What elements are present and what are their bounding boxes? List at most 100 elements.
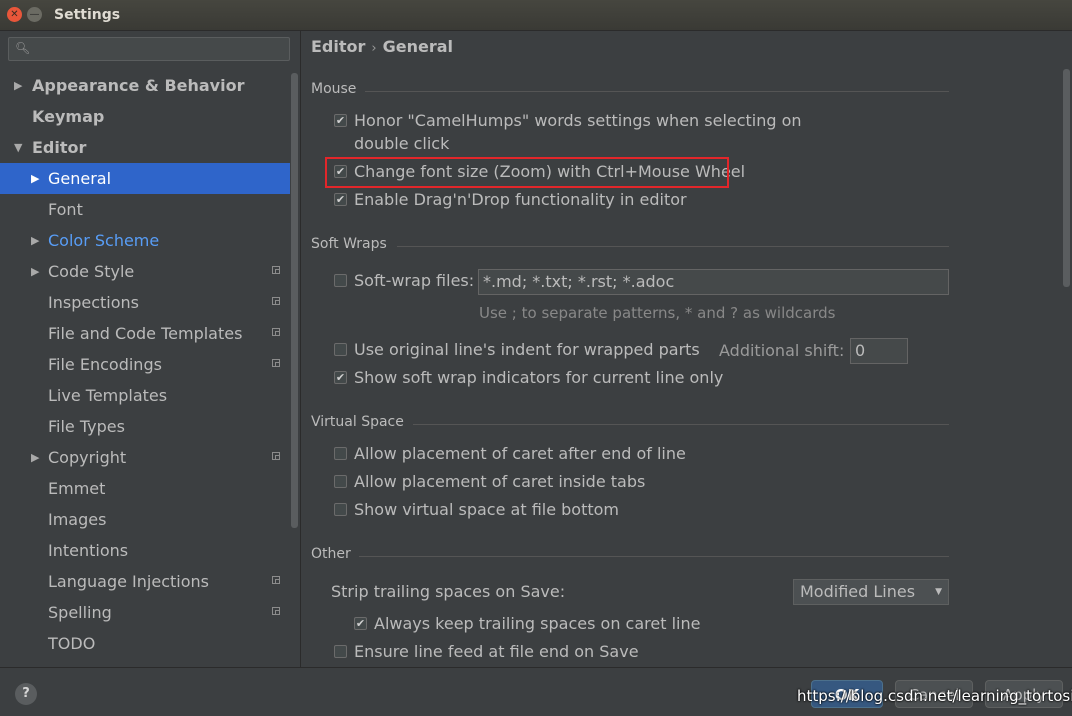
tree-item-label: Copyright — [48, 448, 127, 467]
tree-item-label: File Types — [48, 417, 125, 436]
tree-item-label: Color Scheme — [48, 231, 160, 250]
soft-wrap-files-label: Soft-wrap files: — [354, 271, 475, 290]
tree-item-label: Live Templates — [48, 386, 168, 405]
caret-after-eol-label: Allow placement of caret after end of li… — [354, 444, 686, 463]
chevron-right-icon[interactable]: ▶ — [31, 256, 39, 287]
strip-spaces-value: Modified Lines — [800, 582, 916, 601]
settings-tree: ▶ Appearance & Behavior Keymap ▼ Editor … — [0, 70, 290, 659]
tree-item-label: Font — [48, 200, 83, 219]
tree-item-code-style[interactable]: ▶ Code Style — [0, 256, 290, 287]
caret-inside-tabs-checkbox[interactable] — [334, 475, 347, 488]
tree-item-file-types[interactable]: File Types — [0, 411, 290, 442]
line-feed-checkbox[interactable] — [334, 645, 347, 658]
section-title-soft-wraps: Soft Wraps — [311, 236, 387, 252]
project-settings-icon — [272, 607, 280, 615]
project-settings-icon — [272, 359, 280, 367]
chevron-down-icon: ▼ — [935, 587, 942, 597]
tree-item-emmet[interactable]: Emmet — [0, 473, 290, 504]
check-icon: ✔ — [335, 114, 346, 127]
section-divider — [397, 246, 949, 247]
search-input[interactable]: 🔍︎ — [8, 37, 290, 61]
tree-item-intentions[interactable]: Intentions — [0, 535, 290, 566]
original-indent-checkbox[interactable] — [334, 343, 347, 356]
tree-item-color-scheme[interactable]: ▶ Color Scheme — [0, 225, 290, 256]
section-title-virtual-space: Virtual Space — [311, 414, 404, 430]
breadcrumb: Editor › General — [311, 37, 453, 56]
settings-content: Editor › General Mouse ✔ Honor "CamelHumps… — [301, 31, 1072, 667]
close-icon[interactable]: ✕ — [7, 7, 22, 22]
camel-humps-checkbox[interactable]: ✔ — [334, 114, 347, 127]
search-icon: 🔍︎ — [15, 41, 31, 55]
project-settings-icon — [272, 452, 280, 460]
chevron-down-icon[interactable]: ▼ — [14, 132, 22, 163]
tree-item-label: Emmet — [48, 479, 106, 498]
chevron-right-icon[interactable]: ▶ — [14, 70, 22, 101]
tree-item-images[interactable]: Images — [0, 504, 290, 535]
highlight-box — [325, 157, 729, 188]
caret-inside-tabs-label: Allow placement of caret inside tabs — [354, 472, 646, 491]
soft-wrap-files-input[interactable]: *.md; *.txt; *.rst; *.adoc — [478, 269, 949, 295]
soft-wrap-files-checkbox[interactable] — [334, 274, 347, 287]
tree-item-todo[interactable]: TODO — [0, 628, 290, 659]
section-divider — [413, 424, 949, 425]
soft-wrap-hint: Use ; to separate patterns, * and ? as w… — [479, 304, 836, 322]
breadcrumb-parent: Editor — [311, 37, 366, 56]
chevron-right-icon[interactable]: ▶ — [31, 163, 39, 194]
tree-item-label: Appearance & Behavior — [32, 76, 245, 95]
check-icon: ✔ — [335, 371, 346, 384]
section-divider — [359, 556, 949, 557]
line-feed-label: Ensure line feed at file end on Save — [354, 642, 639, 661]
strip-spaces-dropdown[interactable]: Modified Lines ▼ — [793, 579, 949, 605]
content-scrollbar[interactable] — [1063, 69, 1070, 287]
sidebar-scrollbar[interactable] — [291, 73, 298, 528]
tree-item-label: Editor — [32, 138, 87, 157]
tree-item-label: Code Style — [48, 262, 135, 281]
title-bar: ✕ — Settings — [0, 0, 1072, 31]
tree-item-file-code-templates[interactable]: File and Code Templates — [0, 318, 290, 349]
window-title: Settings — [54, 7, 121, 23]
tree-item-label: File Encodings — [48, 355, 162, 374]
camel-humps-label: Honor "CamelHumps" words settings when s… — [354, 111, 802, 130]
watermark: https://blog.csdn.net/learning_tortosie — [797, 687, 1072, 705]
additional-shift-label: Additional shift: — [719, 341, 845, 360]
tree-item-keymap[interactable]: Keymap — [0, 101, 290, 132]
section-divider — [365, 91, 949, 92]
section-title-other: Other — [311, 546, 351, 562]
additional-shift-input[interactable]: 0 — [850, 338, 908, 364]
tree-item-label: Language Injections — [48, 572, 209, 591]
tree-item-copyright[interactable]: ▶ Copyright — [0, 442, 290, 473]
project-settings-icon — [272, 266, 280, 274]
tree-item-font[interactable]: Font — [0, 194, 290, 225]
virtual-space-bottom-checkbox[interactable] — [334, 503, 347, 516]
soft-wrap-indicators-checkbox[interactable]: ✔ — [334, 371, 347, 384]
original-indent-label: Use original line's indent for wrapped p… — [354, 340, 700, 359]
tree-item-live-templates[interactable]: Live Templates — [0, 380, 290, 411]
tree-item-general[interactable]: ▶ General — [0, 163, 290, 194]
drag-drop-label: Enable Drag'n'Drop functionality in edit… — [354, 190, 687, 209]
chevron-right-icon[interactable]: ▶ — [31, 442, 39, 473]
tree-item-label: Inspections — [48, 293, 139, 312]
breadcrumb-current: General — [382, 37, 454, 56]
tree-item-label: Spelling — [48, 603, 112, 622]
drag-drop-checkbox[interactable]: ✔ — [334, 193, 347, 206]
tree-item-label: TODO — [48, 634, 96, 653]
minimize-icon[interactable]: — — [27, 7, 42, 22]
tree-item-language-injections[interactable]: Language Injections — [0, 566, 290, 597]
soft-wrap-indicators-label: Show soft wrap indicators for current li… — [354, 368, 724, 387]
chevron-right-icon[interactable]: ▶ — [31, 225, 39, 256]
tree-item-editor[interactable]: ▼ Editor — [0, 132, 290, 163]
tree-item-inspections[interactable]: Inspections — [0, 287, 290, 318]
check-icon: ✔ — [355, 617, 366, 630]
section-title-mouse: Mouse — [311, 81, 357, 97]
tree-item-label: File and Code Templates — [48, 324, 243, 343]
tree-item-appearance-behavior[interactable]: ▶ Appearance & Behavior — [0, 70, 290, 101]
tree-item-file-encodings[interactable]: File Encodings — [0, 349, 290, 380]
tree-item-spelling[interactable]: Spelling — [0, 597, 290, 628]
keep-trailing-spaces-checkbox[interactable]: ✔ — [354, 617, 367, 630]
tree-item-label: Intentions — [48, 541, 129, 560]
strip-spaces-label: Strip trailing spaces on Save: — [331, 582, 566, 601]
help-button[interactable]: ? — [15, 683, 37, 705]
camel-humps-label-continued: double click — [354, 134, 450, 153]
caret-after-eol-checkbox[interactable] — [334, 447, 347, 460]
breadcrumb-separator: › — [371, 41, 377, 56]
